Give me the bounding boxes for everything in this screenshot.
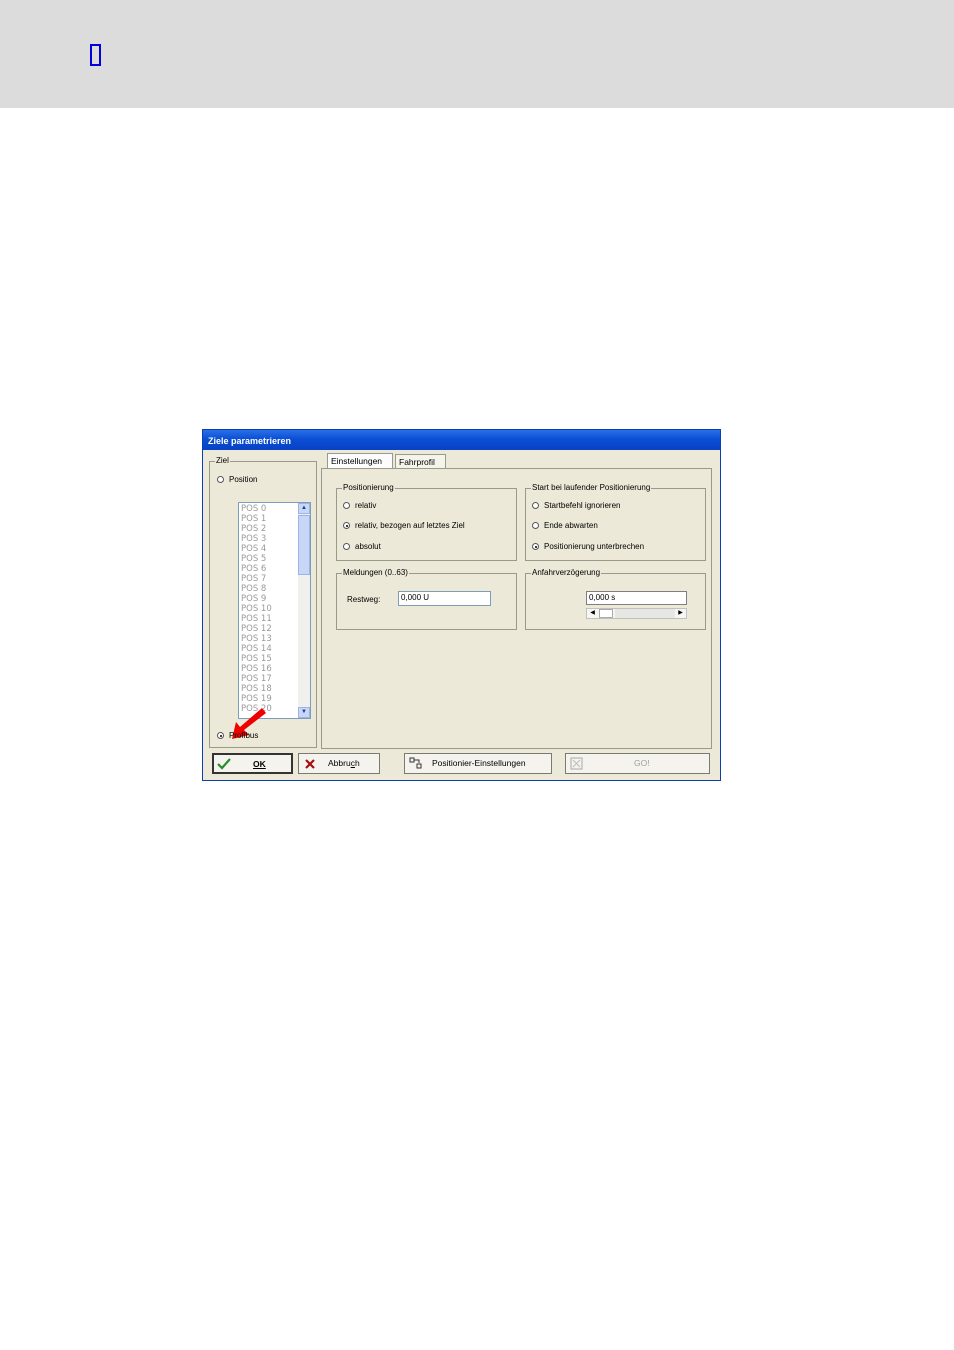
radio-absolut-label: absolut	[355, 542, 381, 551]
list-item[interactable]: POS 19	[241, 694, 272, 704]
start-group-label: Start bei laufender Positionierung	[531, 483, 652, 493]
meldungen-group: Meldungen (0..63) Restweg: 0,000 U	[336, 568, 517, 630]
ziel-group-label: Ziel	[215, 456, 230, 466]
list-item[interactable]: POS 2	[241, 524, 272, 534]
scroll-thumb[interactable]	[298, 515, 310, 575]
radio-position[interactable]: Position	[217, 475, 257, 485]
tab-fahrprofil[interactable]: Fahrprofil	[395, 454, 446, 468]
checkmark-icon	[217, 758, 231, 770]
list-item[interactable]: POS 3	[241, 534, 272, 544]
list-item[interactable]: POS 6	[241, 564, 272, 574]
anfahrverzoegerung-group: Anfahrverzögerung 0,000 s ◀ ▶	[525, 568, 706, 630]
header-box-icon	[90, 44, 101, 66]
list-item[interactable]: POS 11	[241, 614, 272, 624]
positionier-einstellungen-label: Positionier-Einstellungen	[432, 758, 526, 768]
radio-positionierung-unterbrechen[interactable]: Positionierung unterbrechen	[532, 542, 644, 552]
list-item[interactable]: POS 0	[241, 504, 272, 514]
positionierung-group: Positionierung relativ relativ, bezogen …	[336, 483, 517, 561]
scroll-down-icon[interactable]: ▼	[298, 707, 310, 718]
abbruch-label-pre: Abbru	[328, 758, 351, 768]
radio-relativ-letztes-ziel-label: relativ, bezogen auf letztes Ziel	[355, 521, 465, 530]
radio-relativ-indicator[interactable]	[343, 502, 350, 510]
list-item[interactable]: POS 4	[241, 544, 272, 554]
radio-absolut-indicator[interactable]	[343, 543, 350, 551]
anfahrverzoegerung-field[interactable]: 0,000 s	[586, 591, 687, 605]
meldungen-group-label: Meldungen (0..63)	[342, 568, 409, 578]
list-item[interactable]: POS 13	[241, 634, 272, 644]
anfahrverzoegerung-slider[interactable]: ◀ ▶	[586, 608, 687, 619]
radio-position-label: Position	[229, 475, 258, 484]
list-item[interactable]: POS 7	[241, 574, 272, 584]
radio-unterbrechen-label: Positionierung unterbrechen	[544, 542, 645, 551]
list-item[interactable]: POS 5	[241, 554, 272, 564]
dialog-title[interactable]: Ziele parametrieren	[203, 430, 720, 450]
list-item[interactable]: POS 15	[241, 654, 272, 664]
list-item[interactable]: POS 16	[241, 664, 272, 674]
settings-arrows-icon	[409, 757, 422, 769]
position-listbox[interactable]: POS 0 POS 1 POS 2 POS 3 POS 4 POS 5 POS 6 POS 7…	[238, 502, 311, 719]
slider-thumb[interactable]	[599, 609, 613, 618]
list-vertical-scrollbar[interactable]: ▲ ▼	[298, 503, 310, 718]
radio-relativ-letztes-ziel-indicator[interactable]	[343, 522, 350, 530]
list-item[interactable]: POS 10	[241, 604, 272, 614]
scroll-right-icon[interactable]: ▶	[675, 609, 686, 618]
list-item[interactable]: POS 8	[241, 584, 272, 594]
radio-startbefehl-ignorieren[interactable]: Startbefehl ignorieren	[532, 501, 621, 511]
radio-ende-abwarten-indicator[interactable]	[532, 522, 539, 530]
list-item[interactable]: POS 14	[241, 644, 272, 654]
ziel-group: Ziel Position POS 0 POS 1 POS 2 POS 3 POS 4P…	[209, 456, 317, 748]
positionierung-group-label: Positionierung	[342, 483, 395, 493]
slider-track	[615, 609, 675, 618]
ok-button[interactable]: OK	[212, 753, 293, 774]
radio-profibus-indicator[interactable]	[217, 732, 224, 740]
positionier-einstellungen-button[interactable]: Positionier-Einstellungen	[404, 753, 552, 774]
radio-startbefehl-label: Startbefehl ignorieren	[544, 501, 621, 510]
start-group: Start bei laufender Positionierung Start…	[525, 483, 706, 561]
radio-profibus-label: Profibus	[229, 731, 259, 740]
radio-position-indicator[interactable]	[217, 476, 224, 484]
abbruch-label-post: h	[354, 758, 360, 768]
go-label: GO!	[634, 758, 650, 768]
list-item[interactable]: POS 12	[241, 624, 272, 634]
abbruch-button[interactable]: Abbruch	[298, 753, 380, 774]
radio-absolut[interactable]: absolut	[343, 542, 381, 552]
list-item[interactable]: POS 18	[241, 684, 272, 694]
scroll-up-icon[interactable]: ▲	[298, 503, 310, 514]
ok-label: OK	[253, 759, 266, 769]
anfahrverzoegerung-group-label: Anfahrverzögerung	[531, 568, 602, 578]
radio-unterbrechen-indicator[interactable]	[532, 543, 539, 551]
scroll-left-icon[interactable]: ◀	[587, 609, 598, 618]
einstellungen-panel: Positionierung relativ relativ, bezogen …	[321, 468, 712, 749]
position-list: POS 0 POS 1 POS 2 POS 3 POS 4 POS 5 POS 6 POS 7…	[241, 504, 272, 714]
abbruch-label: Abbruch	[328, 754, 360, 773]
radio-relativ[interactable]: relativ	[343, 501, 376, 511]
radio-relativ-letztes-ziel[interactable]: relativ, bezogen auf letztes Ziel	[343, 521, 465, 531]
list-item[interactable]: POS 9	[241, 594, 272, 604]
go-button[interactable]: GO!	[565, 753, 710, 774]
radio-relativ-label: relativ	[355, 501, 377, 510]
list-item[interactable]: POS 1	[241, 514, 272, 524]
go-flag-icon	[570, 757, 583, 770]
dialog-body: Ziel Position POS 0 POS 1 POS 2 POS 3 POS 4P…	[203, 450, 720, 780]
restweg-field[interactable]: 0,000 U	[398, 591, 491, 606]
radio-ende-abwarten-label: Ende abwarten	[544, 521, 598, 530]
top-header-band	[0, 0, 954, 108]
cancel-x-icon	[305, 759, 315, 769]
radio-startbefehl-indicator[interactable]	[532, 502, 539, 510]
radio-ende-abwarten[interactable]: Ende abwarten	[532, 521, 598, 531]
restweg-label: Restweg:	[347, 595, 381, 604]
radio-profibus[interactable]: Profibus	[217, 731, 258, 741]
ziele-parametrieren-dialog: Ziele parametrieren Ziel Position POS 0P…	[202, 429, 721, 781]
list-item[interactable]: POS 17	[241, 674, 272, 684]
tab-einstellungen[interactable]: Einstellungen	[327, 453, 393, 469]
